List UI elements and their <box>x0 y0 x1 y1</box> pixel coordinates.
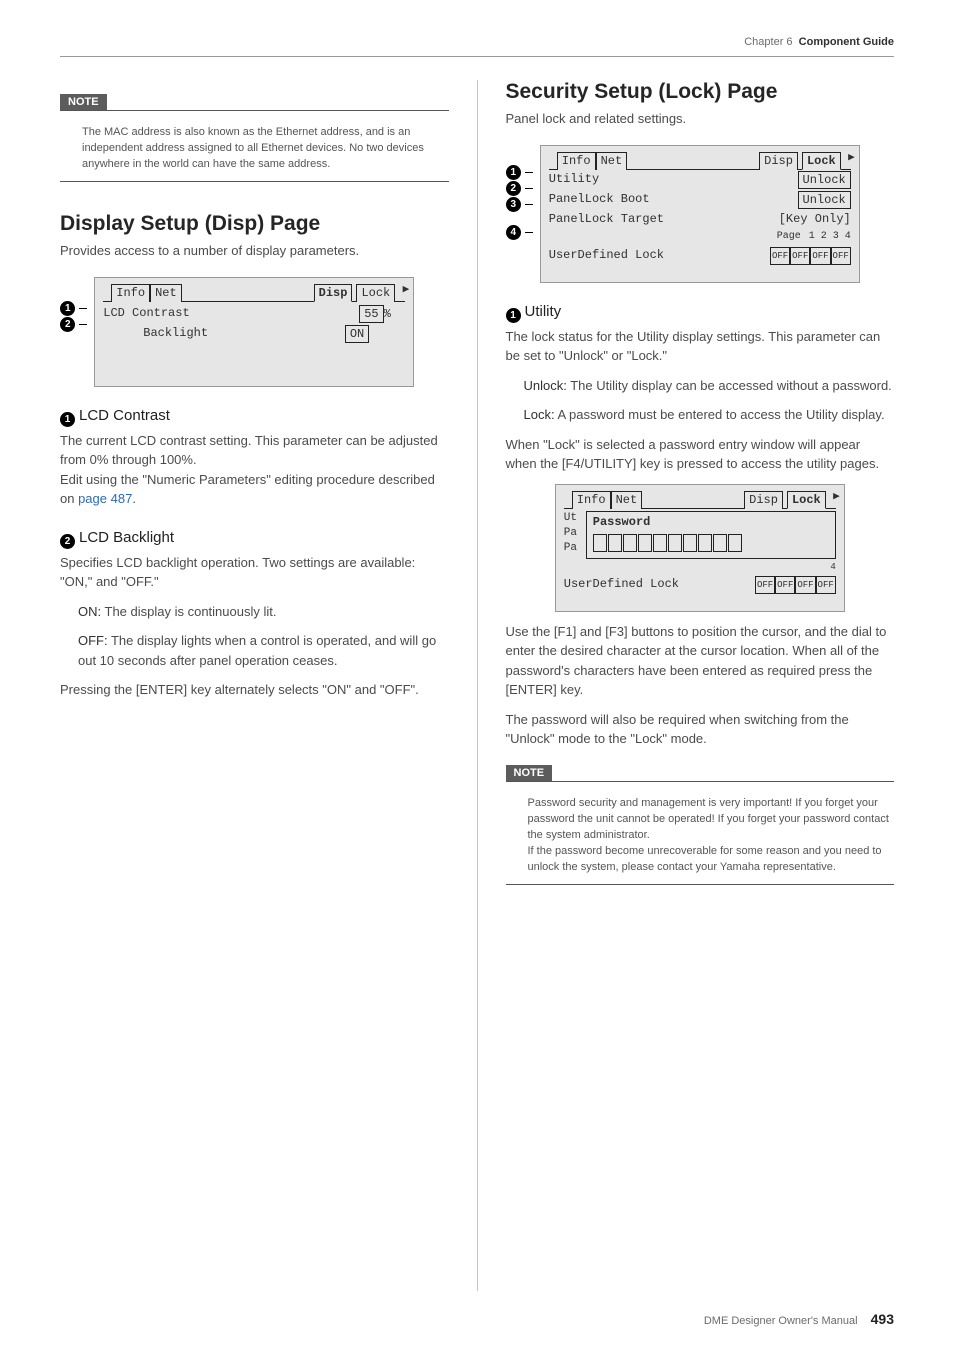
note-body: Password security and management is very… <box>506 790 895 882</box>
heading-display-setup: Display Setup (Disp) Page <box>60 212 449 236</box>
lock-utility-value: Unlock <box>798 171 851 189</box>
note-block-1: NOTE The MAC address is also known as th… <box>60 88 449 182</box>
pwd-off-4: OFF <box>816 576 836 594</box>
tab-info: Info <box>111 284 150 302</box>
lock-row: Lock: A password must be entered to acce… <box>506 405 895 425</box>
lock-mid1: When "Lock" is selected a password entry… <box>506 435 895 474</box>
pwd-userdef-label: UserDefined Lock <box>564 576 679 594</box>
tab-disp: Disp <box>759 152 798 170</box>
lock-userdef-label: UserDefined Lock <box>549 247 664 265</box>
lcd-lock-screenshot: 1 2 3 4 ▶ Info Net Disp Lock <box>540 145 860 283</box>
lcd-backlight-body: Specifies LCD backlight operation. Two s… <box>60 553 449 592</box>
column-divider <box>477 80 478 1291</box>
pwd-off-2: OFF <box>775 576 795 594</box>
backlight-tail: Pressing the [ENTER] key alternately sel… <box>60 680 449 700</box>
sub-lcd-backlight: 2LCD Backlight <box>60 529 449 549</box>
lock-mid3: The password will also be required when … <box>506 710 895 749</box>
scroll-arrow-icon: ▶ <box>833 489 840 505</box>
lcd-disp-screenshot: 1 2 ▶ Info Net Disp Lock LCD <box>94 277 414 387</box>
scroll-arrow-icon: ▶ <box>403 282 410 298</box>
tab-net: Net <box>596 152 628 170</box>
footer: DME Designer Owner's Manual 493 <box>704 1311 894 1327</box>
section-label: Component Guide <box>799 36 894 48</box>
pwd-left-ut: Ut <box>564 511 586 526</box>
lock-page-nums: 1 2 3 4 <box>809 229 851 245</box>
lcd-backlight-label: Backlight <box>103 325 208 343</box>
lcd-backlight-value: ON <box>345 325 369 343</box>
lock-boot-label: PanelLock Boot <box>549 191 650 209</box>
lock-page-label: Page <box>777 229 801 245</box>
desc-display-setup: Provides access to a number of display p… <box>60 242 449 261</box>
backlight-off-row: OFF: The display lights when a control i… <box>60 631 449 670</box>
heading-security-setup: Security Setup (Lock) Page <box>506 80 895 104</box>
pwd-left-pa1: Pa <box>564 526 586 541</box>
utility-body: The lock status for the Utility display … <box>506 327 895 366</box>
lock-target-label: PanelLock Target <box>549 211 664 227</box>
lock-off-2: OFF <box>790 247 810 265</box>
pwd-off-1: OFF <box>755 576 775 594</box>
lcd-contrast-suffix: % <box>384 307 391 321</box>
backlight-on-row: ON: The display is continuously lit. <box>60 602 449 622</box>
lock-off-1: OFF <box>770 247 790 265</box>
chapter-label: Chapter 6 <box>744 36 792 48</box>
tab-net: Net <box>611 491 643 509</box>
left-column: NOTE The MAC address is also known as th… <box>60 80 449 1291</box>
tab-net: Net <box>150 284 182 302</box>
pwd-tail-num: 4 <box>564 559 836 575</box>
desc-security-setup: Panel lock and related settings. <box>506 110 895 129</box>
sub-lcd-contrast: 1LCD Contrast <box>60 407 449 427</box>
pwd-left-pa2: Pa <box>564 541 586 556</box>
tab-lock: Lock <box>802 152 841 170</box>
note-tag: NOTE <box>60 94 107 110</box>
tab-lock: Lock <box>787 491 826 509</box>
password-label: Password <box>593 514 829 530</box>
header-rule <box>60 56 894 57</box>
right-column: Security Setup (Lock) Page Panel lock an… <box>506 80 895 1291</box>
lcd-contrast-value: 55 <box>359 305 383 323</box>
footer-page-number: 493 <box>871 1311 894 1327</box>
note-tag: NOTE <box>506 765 553 781</box>
lock-off-3: OFF <box>810 247 830 265</box>
lcd-contrast-body2: Edit using the "Numeric Parameters" edit… <box>60 470 449 509</box>
tab-disp: Disp <box>314 284 353 302</box>
password-boxes <box>593 534 829 552</box>
lock-utility-label: Utility <box>549 171 599 189</box>
tab-lock: Lock <box>356 284 395 302</box>
lock-boot-value: Unlock <box>798 191 851 209</box>
lock-off-4: OFF <box>831 247 851 265</box>
lcd-password-screenshot: ▶ Info Net Disp Lock Ut Pa <box>555 484 845 612</box>
lock-target-value: [Key Only] <box>779 211 851 227</box>
note-body: The MAC address is also known as the Eth… <box>60 119 449 179</box>
pwd-off-3: OFF <box>795 576 815 594</box>
running-header: Chapter 6 Component Guide <box>744 36 894 48</box>
tab-disp: Disp <box>744 491 783 509</box>
page-link-487[interactable]: page 487 <box>78 491 132 506</box>
lcd-contrast-body1: The current LCD contrast setting. This p… <box>60 431 449 470</box>
note-block-2: NOTE Password security and management is… <box>506 759 895 885</box>
footer-manual: DME Designer Owner's Manual <box>704 1315 858 1327</box>
tab-info: Info <box>557 152 596 170</box>
lock-mid2: Use the [F1] and [F3] buttons to positio… <box>506 622 895 700</box>
unlock-row: Unlock: The Utility display can be acces… <box>506 376 895 396</box>
sub-utility: 1Utility <box>506 303 895 323</box>
scroll-arrow-icon: ▶ <box>848 150 855 166</box>
tab-info: Info <box>572 491 611 509</box>
lcd-contrast-label: LCD Contrast <box>103 305 189 323</box>
